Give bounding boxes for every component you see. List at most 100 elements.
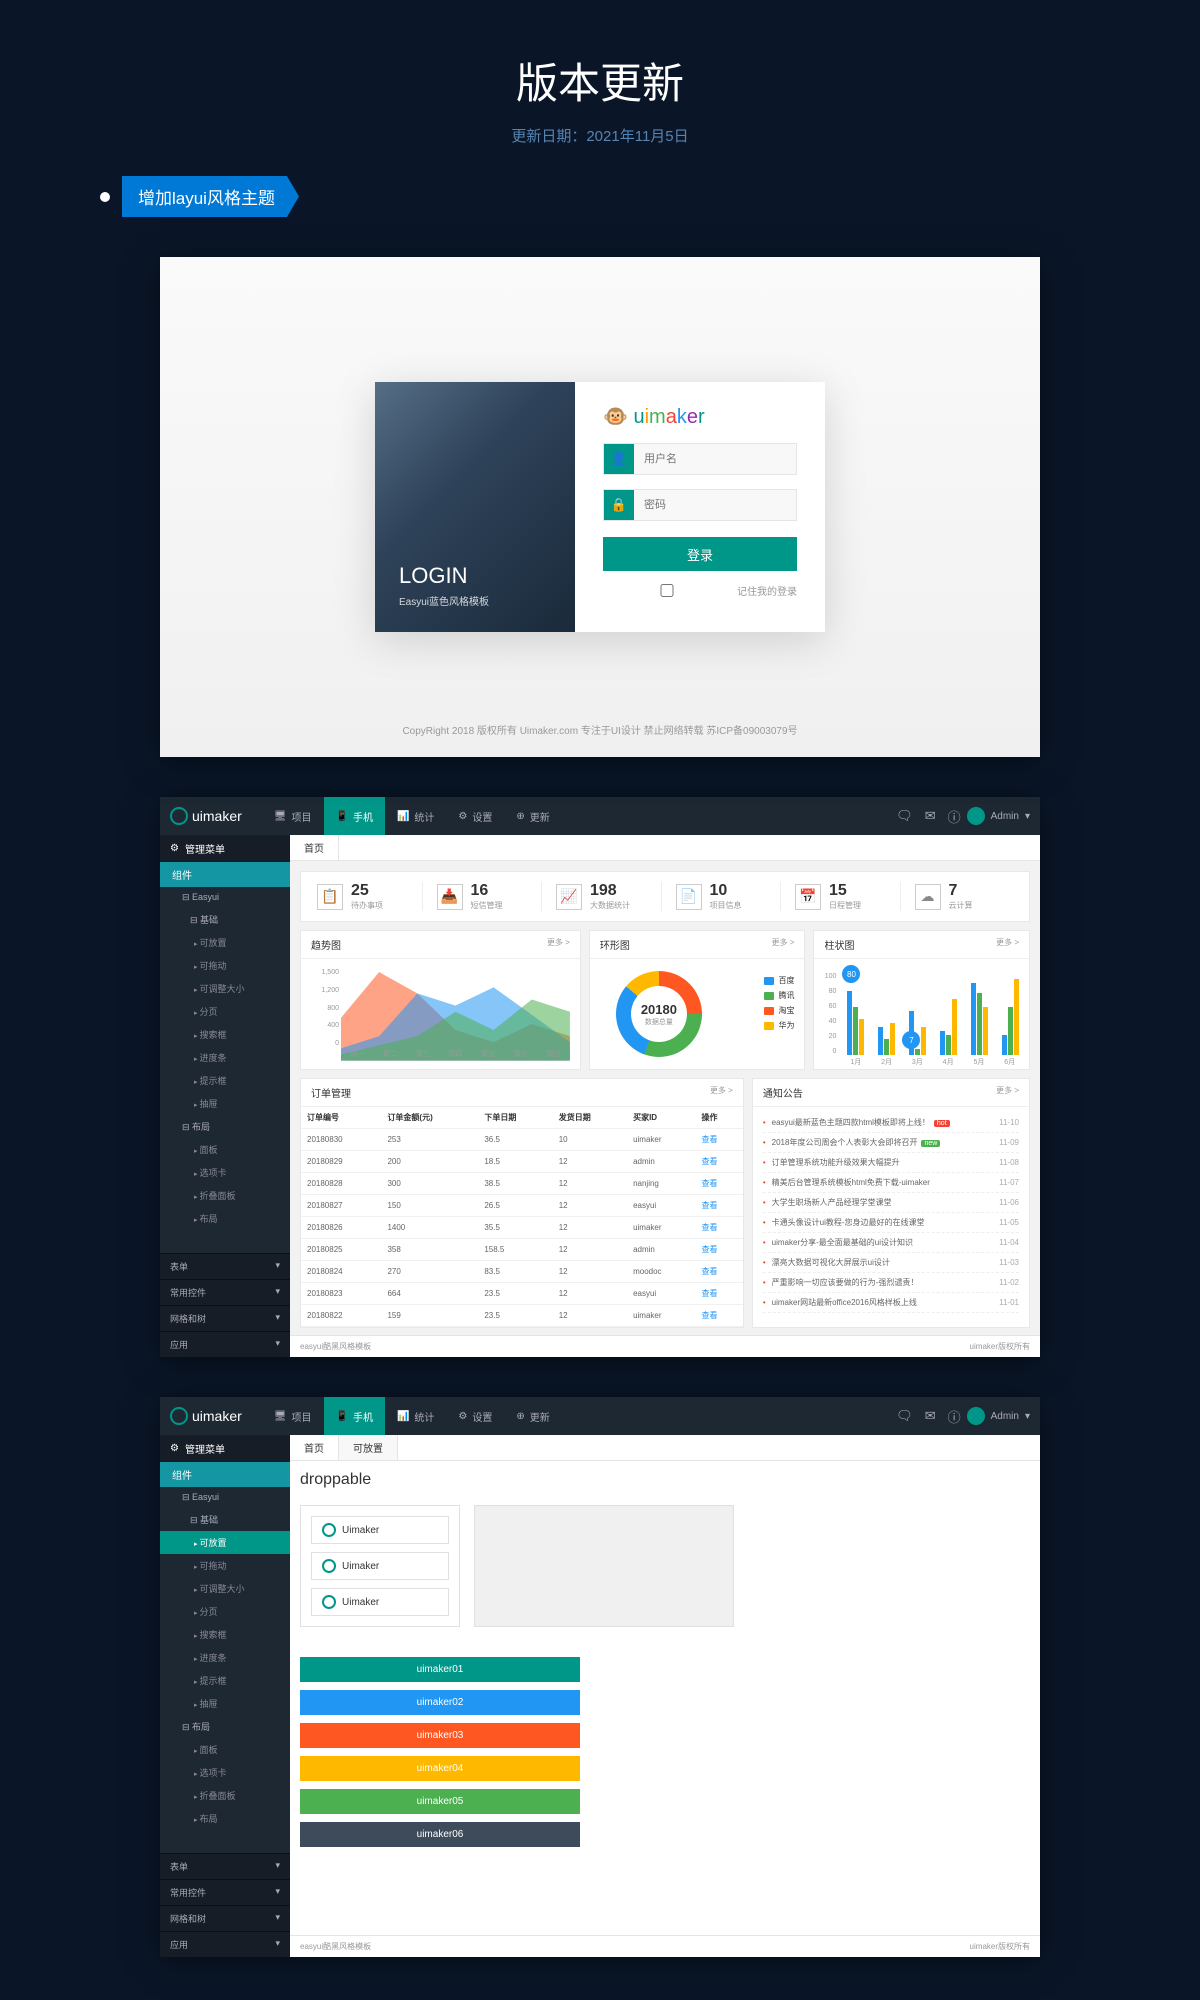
username-input[interactable] [634,453,796,465]
sidebar-sub-可放置[interactable]: 可放置 [160,931,290,954]
stat-card[interactable]: 📈198大数据统计 [550,882,662,911]
remember-checkbox[interactable] [603,584,731,597]
sidebar-bottom-应用[interactable]: 应用▾ [160,1331,290,1357]
sidebar-sub-搜索框[interactable]: 搜索框 [160,1623,290,1646]
mail-icon[interactable]: ✉ [925,1408,936,1424]
sidebar-sub-搜索框[interactable]: 搜索框 [160,1023,290,1046]
sidebar-item-layout[interactable]: ⊟ 布局 [160,1715,290,1738]
sidebar-cat-components[interactable]: 组件 [160,1462,290,1487]
color-button[interactable]: uimaker05 [300,1789,580,1814]
sidebar-bottom-表单[interactable]: 表单▾ [160,1853,290,1879]
sidebar-sub-提示框[interactable]: 提示框 [160,1669,290,1692]
sidebar-bottom-表单[interactable]: 表单▾ [160,1253,290,1279]
drag-item[interactable]: Uimaker [311,1588,449,1616]
color-button[interactable]: uimaker02 [300,1690,580,1715]
view-link[interactable]: 查看 [701,1135,717,1144]
tab-home[interactable]: 首页 [290,835,339,860]
login-button[interactable]: 登录 [603,537,797,571]
sidebar-item-basic[interactable]: ⊟ 基础 [160,908,290,931]
topbar-logo[interactable]: uimaker [170,1407,242,1425]
color-button[interactable]: uimaker03 [300,1723,580,1748]
admin-menu[interactable]: Admin ▾ [967,1407,1030,1425]
notice-item[interactable]: 2018年度公司周会个人表彰大会即将召开new11-09 [763,1133,1019,1153]
view-link[interactable]: 查看 [701,1267,717,1276]
notice-item[interactable]: uimaker分享-最全面最基础的ui设计知识11-04 [763,1233,1019,1253]
sidebar-sub-分页[interactable]: 分页 [160,1600,290,1623]
color-button[interactable]: uimaker04 [300,1756,580,1781]
color-button[interactable]: uimaker01 [300,1657,580,1682]
help-icon[interactable]: ⓘ [948,807,961,826]
sidebar-sub-选项卡[interactable]: 选项卡 [160,1161,290,1184]
sidebar-sub-折叠面板[interactable]: 折叠面板 [160,1184,290,1207]
sidebar-sub-布局[interactable]: 布局 [160,1207,290,1230]
color-button[interactable]: uimaker06 [300,1822,580,1847]
view-link[interactable]: 查看 [701,1201,717,1210]
sidebar-sub-可调整大小[interactable]: 可调整大小 [160,1577,290,1600]
sidebar-item-basic[interactable]: ⊟ 基础 [160,1508,290,1531]
username-field[interactable]: 👤 [603,443,797,475]
sidebar-item-easyui[interactable]: ⊟ Easyui [160,887,290,908]
drag-item[interactable]: Uimaker [311,1516,449,1544]
mail-icon[interactable]: ✉ [925,808,936,824]
nav-item-手机[interactable]: 📱手机 [324,797,385,835]
sidebar-sub-布局[interactable]: 布局 [160,1807,290,1830]
drag-item[interactable]: Uimaker [311,1552,449,1580]
stat-card[interactable]: 📅15日程管理 [789,882,901,911]
tab-home[interactable]: 首页 [290,1435,339,1460]
sidebar-sub-面板[interactable]: 面板 [160,1738,290,1761]
view-link[interactable]: 查看 [701,1311,717,1320]
remember-me[interactable]: 记住我的登录 [603,583,797,598]
sidebar-bottom-网格和树[interactable]: 网格和树▾ [160,1305,290,1331]
drop-target[interactable] [474,1505,734,1627]
view-link[interactable]: 查看 [701,1179,717,1188]
password-field[interactable]: 🔒 [603,489,797,521]
notices-more-link[interactable]: 更多 > [996,1085,1019,1100]
sidebar-bottom-常用控件[interactable]: 常用控件▾ [160,1879,290,1905]
sidebar-sub-进度条[interactable]: 进度条 [160,1046,290,1069]
view-link[interactable]: 查看 [701,1223,717,1232]
sidebar-sub-可调整大小[interactable]: 可调整大小 [160,977,290,1000]
sidebar-bottom-应用[interactable]: 应用▾ [160,1931,290,1957]
stat-card[interactable]: ☁7云计算 [909,882,1020,911]
nav-item-设置[interactable]: ⚙设置 [446,1397,504,1435]
notice-item[interactable]: 大学生职场新人产品经理学堂课堂11-06 [763,1193,1019,1213]
orders-more-link[interactable]: 更多 > [710,1085,733,1100]
sidebar-bottom-网格和树[interactable]: 网格和树▾ [160,1905,290,1931]
sidebar-sub-抽屉[interactable]: 抽屉 [160,1692,290,1715]
notice-item[interactable]: 精美后台管理系统模板html免费下载-uimaker11-07 [763,1173,1019,1193]
password-input[interactable] [634,499,796,511]
nav-item-更新[interactable]: ⊕更新 [504,1397,561,1435]
sidebar-sub-抽屉[interactable]: 抽屉 [160,1092,290,1115]
sidebar-sub-折叠面板[interactable]: 折叠面板 [160,1784,290,1807]
message-icon[interactable]: 🗨 [896,1408,913,1424]
nav-item-设置[interactable]: ⚙设置 [446,797,504,835]
nav-item-项目[interactable]: 🖥项目 [262,1397,324,1435]
notice-item[interactable]: 订单管理系统功能升级效果大幅提升11-08 [763,1153,1019,1173]
sidebar-item-layout[interactable]: ⊟ 布局 [160,1115,290,1138]
stat-card[interactable]: 📄10项目信息 [670,882,782,911]
sidebar-bottom-常用控件[interactable]: 常用控件▾ [160,1279,290,1305]
tab-droppable[interactable]: 可放置 [339,1435,398,1460]
ring-more-link[interactable]: 更多 > [772,937,795,952]
sidebar-sub-进度条[interactable]: 进度条 [160,1646,290,1669]
sidebar-sub-面板[interactable]: 面板 [160,1138,290,1161]
bar-more-link[interactable]: 更多 > [996,937,1019,952]
notice-item[interactable]: 严重影响一切应该要做的行为-强烈谴责！11-02 [763,1273,1019,1293]
notice-item[interactable]: 漂亮大数据可视化大屏展示ui设计11-03 [763,1253,1019,1273]
sidebar-sub-提示框[interactable]: 提示框 [160,1069,290,1092]
view-link[interactable]: 查看 [701,1245,717,1254]
stat-card[interactable]: 📋25待办事项 [311,882,423,911]
stat-card[interactable]: 📥16短信管理 [431,882,543,911]
admin-menu[interactable]: Admin ▾ [967,807,1030,825]
view-link[interactable]: 查看 [701,1157,717,1166]
sidebar-sub-分页[interactable]: 分页 [160,1000,290,1023]
sidebar-cat-components[interactable]: 组件 [160,862,290,887]
message-icon[interactable]: 🗨 [896,808,913,824]
sidebar-sub-可拖动[interactable]: 可拖动 [160,954,290,977]
sidebar-sub-选项卡[interactable]: 选项卡 [160,1761,290,1784]
nav-item-统计[interactable]: 📊统计 [385,1397,446,1435]
sidebar-sub-可拖动[interactable]: 可拖动 [160,1554,290,1577]
sidebar-item-easyui[interactable]: ⊟ Easyui [160,1487,290,1508]
notice-item[interactable]: easyui最新蓝色主题四款html模板即将上线！hot11-10 [763,1113,1019,1133]
nav-item-统计[interactable]: 📊统计 [385,797,446,835]
